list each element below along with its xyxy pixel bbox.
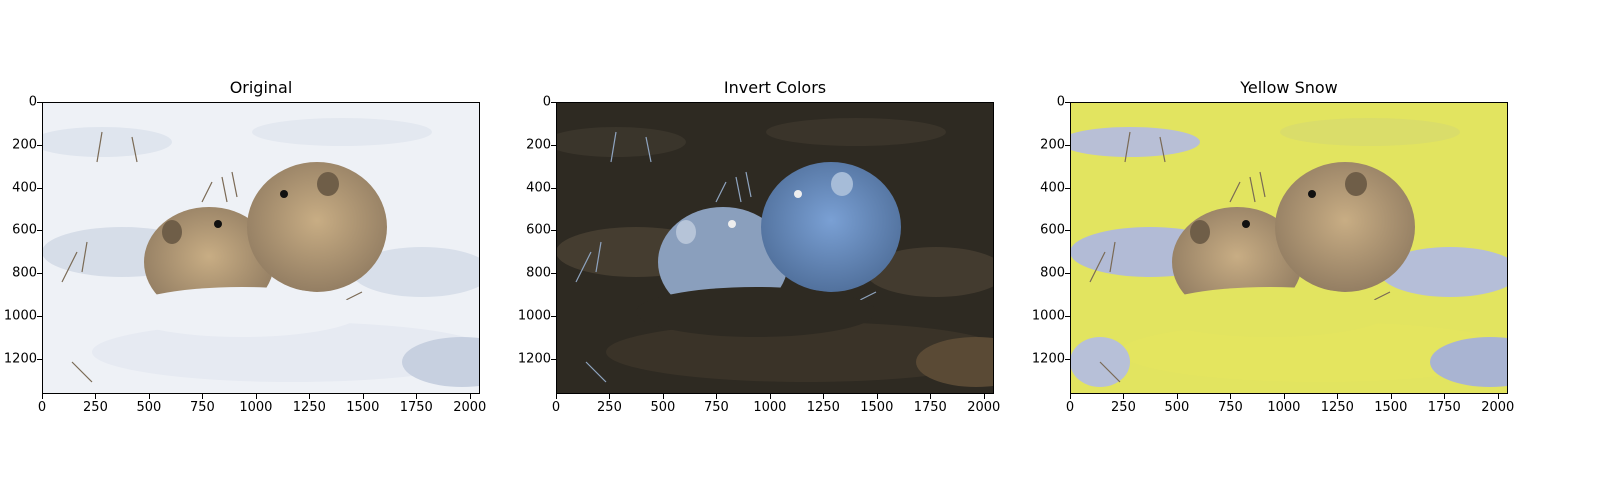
x-tick-mark: [823, 394, 825, 399]
x-tick-mark: [716, 394, 718, 399]
x-tick-label: 1500: [1374, 400, 1408, 415]
x-tick-label: 1000: [1267, 400, 1301, 415]
y-tick-mark: [1065, 358, 1070, 360]
axes: 0 200 400 600 800 1000 1200 0 250 500 750 1000 1250 1…: [518, 96, 1000, 416]
x-tick-label: 750: [1217, 400, 1243, 415]
y-tick-mark: [1065, 102, 1070, 103]
y-tick-label: 800: [526, 265, 551, 281]
y-tick-label: 1200: [517, 351, 551, 367]
x-tick-label: 0: [551, 400, 561, 415]
x-tick-label: 1750: [913, 400, 947, 415]
x-tick-label: 1500: [860, 400, 894, 415]
panel-title: Invert Colors: [723, 78, 827, 97]
x-tick-label: 250: [1111, 400, 1136, 415]
y-tick-label: 600: [526, 222, 551, 238]
right-pika: [1275, 162, 1415, 292]
y-tick-label: 400: [526, 180, 551, 196]
y-tick-mark: [551, 273, 556, 275]
x-tick-mark: [930, 394, 932, 399]
y-tick-mark: [1065, 187, 1070, 189]
x-tick-label: 0: [1065, 400, 1075, 415]
x-tick-mark: [983, 394, 985, 399]
y-tick-mark: [1065, 273, 1070, 275]
x-tick-label: 1000: [753, 400, 787, 415]
pika-image: [556, 102, 994, 394]
x-tick-mark: [876, 394, 878, 399]
x-tick-mark: [1497, 394, 1499, 399]
y-tick-label: 0: [1056, 94, 1065, 110]
y-tick-label: 800: [1040, 265, 1065, 281]
x-tick-label: 2000: [1481, 400, 1515, 415]
x-tick-label: 250: [597, 400, 622, 415]
y-tick-label: 200: [1040, 137, 1065, 153]
x-tick-mark: [1444, 394, 1446, 399]
y-tick-mark: [551, 102, 556, 103]
x-tick-label: 2000: [967, 400, 1001, 415]
y-tick-label: 200: [526, 137, 551, 153]
y-tick-mark: [551, 315, 556, 317]
y-tick-label: 1000: [1031, 308, 1065, 324]
x-tick-mark: [609, 394, 611, 399]
axes: 0 200 400 600 800 1000 1200 0 250 500 750 1000 1250 1…: [1032, 96, 1514, 416]
pika-image: [1070, 102, 1508, 394]
pika-photo-inverted: [556, 102, 994, 394]
x-tick-label: 1250: [806, 400, 840, 415]
y-tick-label: 0: [542, 94, 551, 110]
y-tick-label: 1000: [517, 308, 551, 324]
panel-title: Yellow Snow: [1240, 78, 1338, 97]
y-tick-mark: [1065, 230, 1070, 232]
x-tick-label: 1750: [1427, 400, 1461, 415]
x-tick-label: 500: [1164, 400, 1190, 415]
x-tick-label: 500: [650, 400, 676, 415]
x-tick-mark: [1070, 394, 1071, 399]
y-tick-mark: [1065, 315, 1070, 317]
y-tick-mark: [1065, 144, 1070, 146]
y-tick-mark: [551, 358, 556, 360]
y-tick-label: 400: [1040, 180, 1065, 196]
y-tick-mark: [551, 230, 556, 232]
y-tick-label: 600: [1040, 222, 1065, 238]
x-tick-mark: [1390, 394, 1392, 399]
x-tick-label: 1250: [1320, 400, 1354, 415]
x-tick-mark: [556, 394, 557, 399]
y-tick-mark: [551, 187, 556, 189]
x-tick-label: 750: [703, 400, 729, 415]
right-pika: [761, 162, 901, 292]
x-tick-mark: [1123, 394, 1125, 399]
x-tick-mark: [662, 394, 664, 399]
x-tick-mark: [1337, 394, 1339, 399]
x-tick-mark: [769, 394, 771, 399]
x-tick-mark: [1176, 394, 1178, 399]
y-tick-label: 1200: [1031, 351, 1065, 367]
x-tick-mark: [1283, 394, 1285, 399]
pika-photo-yellow: [1070, 102, 1508, 394]
x-tick-mark: [1230, 394, 1232, 399]
panel-yellow: Yellow Snow 0 200 400 600 800 1000 1200 …: [0, 0, 1514, 502]
y-tick-mark: [551, 144, 556, 146]
